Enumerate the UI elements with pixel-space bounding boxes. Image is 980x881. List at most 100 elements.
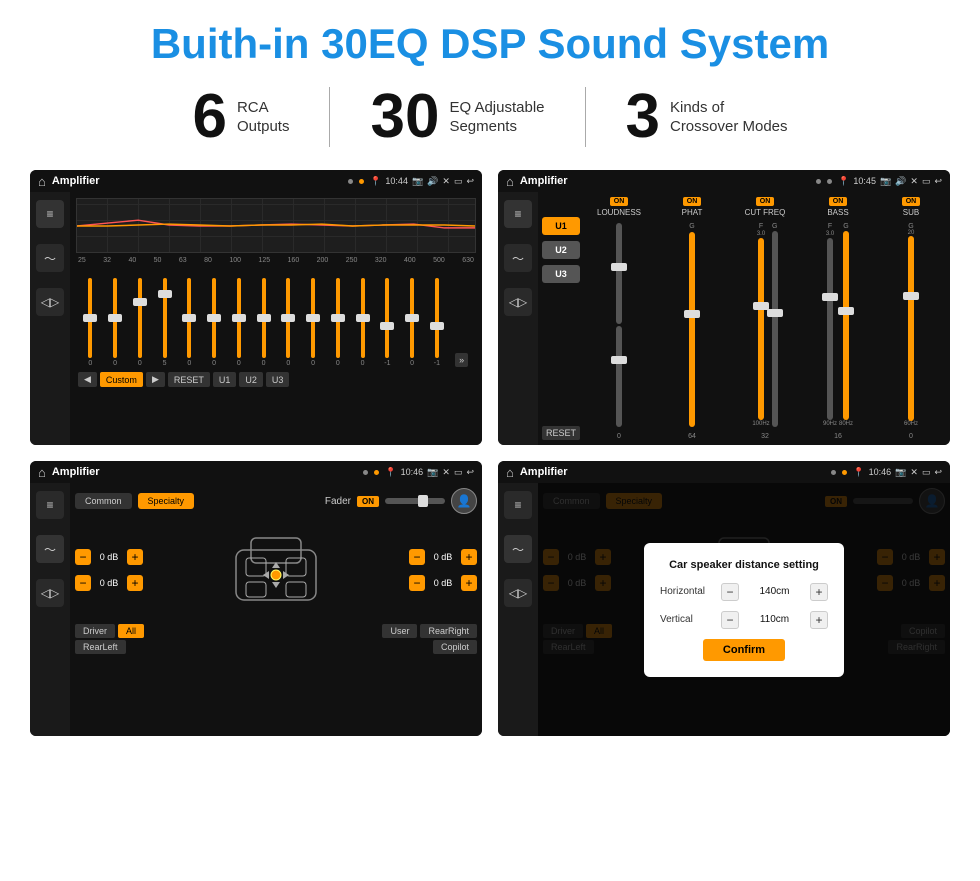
eq-thumb-3[interactable] — [133, 298, 147, 306]
fader-plus-3[interactable]: + — [461, 549, 477, 565]
eq-thumb-2[interactable] — [108, 314, 122, 322]
fader-sidebar-speaker-icon[interactable]: ◁▷ — [36, 579, 64, 607]
eq-track-9[interactable] — [286, 278, 290, 358]
dialog-horizontal-minus[interactable]: − — [721, 583, 739, 601]
eq-track-2[interactable] — [113, 278, 117, 358]
dialog-horizontal-plus[interactable]: + — [810, 583, 828, 601]
fader-copilot-button[interactable]: Copilot — [433, 640, 477, 654]
eq-prev-button[interactable]: ◀ — [78, 372, 97, 387]
cutfreq-thumb-f[interactable] — [753, 302, 769, 310]
eq-track-4[interactable] — [163, 278, 167, 358]
fader-sidebar-wave-icon[interactable]: 〜 — [36, 535, 64, 563]
eq-thumb-7[interactable] — [232, 314, 246, 322]
eq-reset-button[interactable]: RESET — [168, 372, 210, 387]
eq-thumb-11[interactable] — [331, 314, 345, 322]
eq-thumb-15[interactable] — [430, 322, 444, 330]
eq-u1-button[interactable]: U1 — [213, 372, 237, 387]
fader-tab-common[interactable]: Common — [75, 493, 132, 509]
fader-plus-1[interactable]: + — [127, 549, 143, 565]
eq-thumb-12[interactable] — [356, 314, 370, 322]
crossover-home-icon[interactable]: ⌂ — [506, 174, 514, 189]
phat-thumb[interactable] — [684, 310, 700, 318]
eq-track-13[interactable] — [385, 278, 389, 358]
fader-minus-4[interactable]: − — [409, 575, 425, 591]
fader-plus-2[interactable]: + — [127, 575, 143, 591]
distance-sidebar-eq-icon[interactable]: ≡ — [504, 491, 532, 519]
eq-u3-button[interactable]: U3 — [266, 372, 290, 387]
cutfreq-slider-f[interactable] — [758, 238, 764, 420]
crossover-reset-button[interactable]: RESET — [542, 426, 580, 440]
eq-home-icon[interactable]: ⌂ — [38, 174, 46, 189]
eq-sidebar-eq-icon[interactable]: ≡ — [36, 200, 64, 228]
bass-thumb-g[interactable] — [838, 307, 854, 315]
eq-track-8[interactable] — [262, 278, 266, 358]
eq-track-6[interactable] — [212, 278, 216, 358]
eq-track-10[interactable] — [311, 278, 315, 358]
eq-expand-button[interactable]: » — [455, 353, 468, 367]
eq-track-15[interactable] — [435, 278, 439, 358]
loudness-thumb-1[interactable] — [611, 263, 627, 271]
distance-sidebar-wave-icon[interactable]: 〜 — [504, 535, 532, 563]
eq-thumb-8[interactable] — [257, 314, 271, 322]
sub-slider[interactable] — [908, 236, 914, 421]
fader-thumb[interactable] — [418, 495, 428, 507]
loudness-slider-2[interactable] — [616, 326, 622, 427]
fader-slider[interactable] — [385, 498, 445, 504]
crossover-back-icon[interactable]: ↩ — [934, 176, 942, 187]
eq-track-12[interactable] — [361, 278, 365, 358]
eq-sidebar-wave-icon[interactable]: 〜 — [36, 244, 64, 272]
fader-user-button[interactable]: User — [382, 624, 417, 638]
crossover-u3-button[interactable]: U3 — [542, 265, 580, 283]
crossover-sidebar-speaker-icon[interactable]: ◁▷ — [504, 288, 532, 316]
crossover-u2-button[interactable]: U2 — [542, 241, 580, 259]
crossover-sidebar-wave-icon[interactable]: 〜 — [504, 244, 532, 272]
dialog-confirm-button[interactable]: Confirm — [703, 639, 785, 661]
distance-home-icon[interactable]: ⌂ — [506, 465, 514, 480]
bass-slider-f[interactable] — [827, 238, 833, 420]
eq-thumb-5[interactable] — [182, 314, 196, 322]
fader-all-button[interactable]: All — [118, 624, 144, 638]
fader-minus-1[interactable]: − — [75, 549, 91, 565]
eq-thumb-4[interactable] — [158, 290, 172, 298]
eq-track-1[interactable] — [88, 278, 92, 358]
loudness-slider-1[interactable] — [616, 223, 622, 324]
fader-minus-3[interactable]: − — [409, 549, 425, 565]
eq-sidebar-speaker-icon[interactable]: ◁▷ — [36, 288, 64, 316]
fader-rearleft-button[interactable]: RearLeft — [75, 640, 126, 654]
eq-u2-button[interactable]: U2 — [239, 372, 263, 387]
distance-sidebar-speaker-icon[interactable]: ◁▷ — [504, 579, 532, 607]
fader-sidebar-eq-icon[interactable]: ≡ — [36, 491, 64, 519]
crossover-u1-button[interactable]: U1 — [542, 217, 580, 235]
fader-minus-2[interactable]: − — [75, 575, 91, 591]
eq-track-14[interactable] — [410, 278, 414, 358]
fader-home-icon[interactable]: ⌂ — [38, 465, 46, 480]
loudness-thumb-2[interactable] — [611, 356, 627, 364]
eq-custom-button[interactable]: Custom — [100, 372, 143, 387]
fader-rearright-button[interactable]: RearRight — [420, 624, 477, 638]
bass-thumb-f[interactable] — [822, 293, 838, 301]
fader-back-icon[interactable]: ↩ — [466, 467, 474, 478]
sub-thumb[interactable] — [903, 292, 919, 300]
eq-thumb-10[interactable] — [306, 314, 320, 322]
eq-track-7[interactable] — [237, 278, 241, 358]
eq-thumb-1[interactable] — [83, 314, 97, 322]
distance-back-icon[interactable]: ↩ — [934, 467, 942, 478]
eq-thumb-9[interactable] — [281, 314, 295, 322]
crossover-sidebar-eq-icon[interactable]: ≡ — [504, 200, 532, 228]
bass-slider-g[interactable] — [843, 231, 849, 420]
eq-thumb-6[interactable] — [207, 314, 221, 322]
cutfreq-slider-g[interactable] — [772, 231, 778, 427]
fader-tab-specialty[interactable]: Specialty — [138, 493, 195, 509]
eq-track-5[interactable] — [187, 278, 191, 358]
eq-thumb-13[interactable] — [380, 322, 394, 330]
phat-slider[interactable] — [689, 232, 695, 427]
dialog-vertical-plus[interactable]: + — [810, 611, 828, 629]
cutfreq-thumb-g[interactable] — [767, 309, 783, 317]
fader-plus-4[interactable]: + — [461, 575, 477, 591]
eq-play-button[interactable]: ▶ — [146, 372, 165, 387]
fader-driver-button[interactable]: Driver — [75, 624, 115, 638]
eq-back-icon[interactable]: ↩ — [466, 176, 474, 187]
eq-track-3[interactable] — [138, 278, 142, 358]
eq-thumb-14[interactable] — [405, 314, 419, 322]
dialog-vertical-minus[interactable]: − — [721, 611, 739, 629]
